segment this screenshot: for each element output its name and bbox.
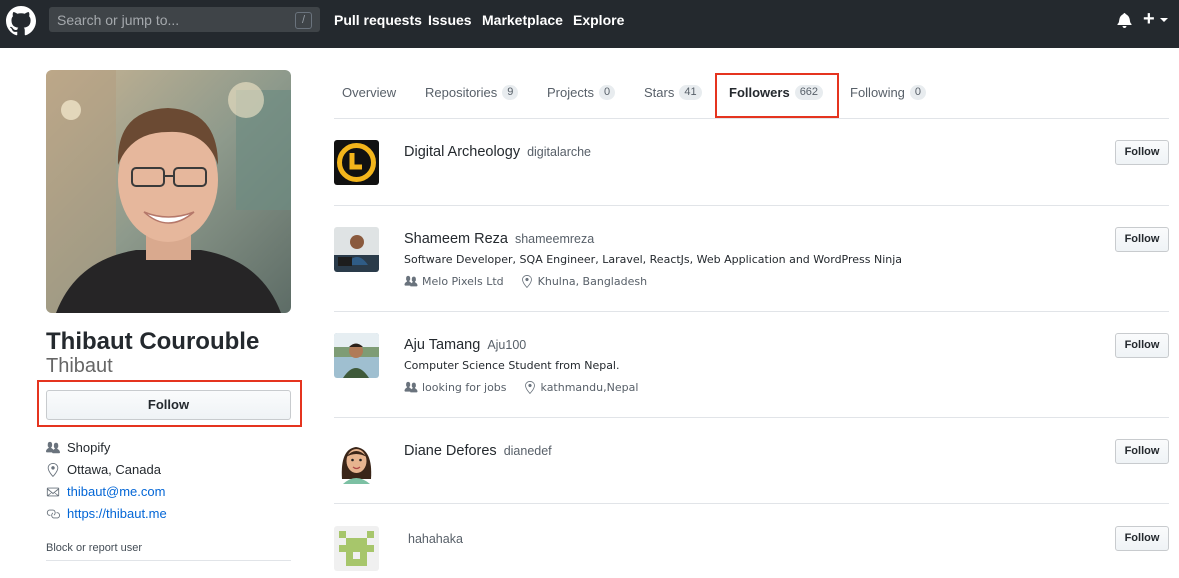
profile-company: Shopify xyxy=(46,440,110,455)
profile-email: thibaut@me.com xyxy=(46,484,165,499)
tab-overview[interactable]: Overview xyxy=(342,85,396,100)
follower-login[interactable]: shameemreza xyxy=(515,232,594,246)
top-nav-bar: / Pull requests Issues Marketplace Explo… xyxy=(0,0,1179,48)
row-divider xyxy=(334,205,1169,206)
tab-projects[interactable]: Projects 0 xyxy=(547,85,616,100)
follower-meta: looking for jobs kathmandu,Nepal xyxy=(404,381,638,394)
search-input[interactable] xyxy=(49,7,289,32)
people-icon xyxy=(46,441,60,453)
tab-label: Repositories xyxy=(425,85,498,100)
profile-website: https://thibaut.me xyxy=(46,506,167,521)
tab-counter: 0 xyxy=(909,85,927,100)
block-report-link[interactable]: Block or report user xyxy=(46,542,142,554)
follower-login[interactable]: digitalarche xyxy=(527,145,591,159)
search-shortcut-key: / xyxy=(295,12,312,29)
nav-marketplace[interactable]: Marketplace xyxy=(482,12,563,28)
follower-fullname[interactable]: Aju Tamang xyxy=(404,337,480,353)
tab-label: Following xyxy=(850,85,905,100)
follower-fullname[interactable]: Shameem Reza xyxy=(404,231,508,247)
location-text: Ottawa, Canada xyxy=(67,462,161,477)
follower-login[interactable]: Aju100 xyxy=(487,338,526,352)
bell-icon[interactable] xyxy=(1117,12,1132,28)
tab-following[interactable]: Following 0 xyxy=(850,85,927,100)
mail-icon xyxy=(46,487,60,496)
email-link[interactable]: thibaut@me.com xyxy=(67,484,165,499)
tab-label: Projects xyxy=(547,85,594,100)
follow-button[interactable]: Follow xyxy=(46,390,291,420)
nav-pull-requests[interactable]: Pull requests xyxy=(334,12,422,28)
tab-counter: 9 xyxy=(502,85,519,100)
follower-name: hahahaka xyxy=(408,530,463,547)
tab-label: Stars xyxy=(644,85,675,100)
nav-explore[interactable]: Explore xyxy=(573,12,624,28)
location-icon xyxy=(47,462,59,477)
tab-counter: 0 xyxy=(598,85,616,100)
follower-name: Diane Defores dianedef xyxy=(404,442,552,459)
follower-location: kathmandu,Nepal xyxy=(540,381,639,394)
people-icon xyxy=(404,275,418,287)
follower-name: Digital Archeology digitalarche xyxy=(404,143,591,160)
location-icon xyxy=(524,381,535,394)
profile-fullname: Thibaut Courouble xyxy=(46,328,260,355)
row-divider xyxy=(334,503,1169,504)
plus-icon[interactable]: + xyxy=(1143,8,1155,30)
tab-label: Overview xyxy=(342,85,397,100)
follower-fullname[interactable]: Diane Defores xyxy=(404,443,497,459)
website-link[interactable]: https://thibaut.me xyxy=(67,506,167,521)
follower-bio: Computer Science Student from Nepal. xyxy=(404,359,620,372)
github-logo-icon[interactable] xyxy=(6,6,36,36)
caret-down-icon[interactable] xyxy=(1160,18,1168,22)
highlight-box xyxy=(715,73,839,118)
profile-location: Ottawa, Canada xyxy=(46,462,161,477)
follower-fullname[interactable]: Digital Archeology xyxy=(404,144,520,160)
search-box: / xyxy=(49,7,320,32)
people-icon xyxy=(404,381,418,393)
profile-username: Thibaut xyxy=(46,355,113,377)
follower-bio: Software Developer, SQA Engineer, Larave… xyxy=(404,253,903,266)
follower-company: looking for jobs xyxy=(422,381,507,394)
tab-counter: 41 xyxy=(679,85,702,100)
follow-button[interactable]: Follow xyxy=(1115,439,1169,464)
follower-company: Melo Pixels Ltd xyxy=(422,275,504,288)
divider xyxy=(46,560,291,561)
follower-avatar[interactable] xyxy=(334,140,379,185)
follower-avatar[interactable] xyxy=(334,333,379,378)
link-icon xyxy=(46,509,60,518)
location-icon xyxy=(521,275,532,288)
follow-button[interactable]: Follow xyxy=(1115,140,1169,165)
row-divider xyxy=(334,311,1169,312)
follower-login[interactable]: hahahaka xyxy=(408,532,463,546)
follow-button[interactable]: Follow xyxy=(1115,227,1169,252)
follow-button[interactable]: Follow xyxy=(1115,333,1169,358)
row-divider xyxy=(334,417,1169,418)
tab-stars[interactable]: Stars 41 xyxy=(644,85,702,100)
tab-divider xyxy=(334,118,1169,119)
follower-avatar[interactable] xyxy=(334,227,379,272)
follower-login[interactable]: dianedef xyxy=(504,444,552,458)
follower-avatar[interactable] xyxy=(334,526,379,571)
nav-issues[interactable]: Issues xyxy=(428,12,472,28)
follower-name: Shameem Reza shameemreza xyxy=(404,230,594,247)
follower-location: Khulna, Bangladesh xyxy=(537,275,648,288)
profile-avatar xyxy=(46,70,291,313)
follower-meta: Melo Pixels Ltd Khulna, Bangladesh xyxy=(404,275,647,288)
follower-avatar[interactable] xyxy=(334,439,379,484)
follow-button[interactable]: Follow xyxy=(1115,526,1169,551)
follower-name: Aju Tamang Aju100 xyxy=(404,336,526,353)
company-text: Shopify xyxy=(67,440,111,455)
tab-repositories[interactable]: Repositories 9 xyxy=(425,85,519,100)
